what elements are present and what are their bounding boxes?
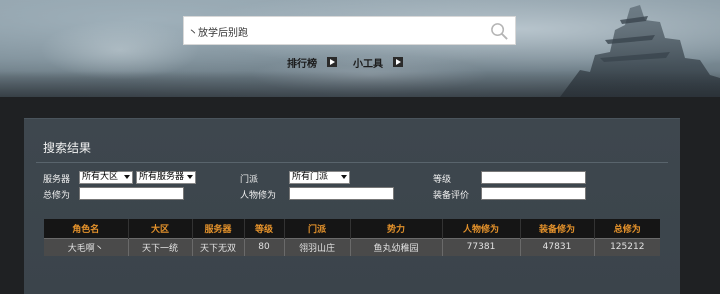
- column-header[interactable]: 人物修为: [442, 219, 521, 238]
- column-header[interactable]: 大区: [128, 219, 193, 238]
- character-name-cell[interactable]: 大毛啊丶: [44, 237, 129, 256]
- nav-tools-label: 小工具: [353, 58, 383, 70]
- sect-cell: 翎羽山庄: [284, 237, 351, 256]
- column-header[interactable]: 服务器: [192, 219, 245, 238]
- server-cell: 天下无双: [192, 237, 245, 256]
- total-cultivation-input[interactable]: [79, 187, 184, 200]
- character-cultivation-label: 人物修为: [240, 191, 277, 201]
- table-row[interactable]: 大毛啊丶 天下一统 天下无双 80 翎羽山庄 鱼丸幼稚园 77381 47831…: [44, 237, 660, 256]
- search-box[interactable]: [183, 16, 516, 45]
- play-arrow-icon[interactable]: [393, 57, 403, 67]
- ground-shade: [0, 71, 720, 97]
- results-table: 角色名 大区 服务器 等级 门派 势力 人物修为 装备修为 总修为 大毛啊丶 天…: [44, 219, 660, 256]
- search-input[interactable]: [188, 23, 478, 40]
- chevron-down-icon: [341, 175, 347, 179]
- region-cell: 天下一统: [128, 237, 193, 256]
- header-banner: 排行榜 小工具: [0, 0, 720, 97]
- level-input[interactable]: [481, 171, 586, 184]
- column-header[interactable]: 角色名: [44, 219, 129, 238]
- character-cultivation-cell: 77381: [442, 237, 521, 256]
- nav-tools[interactable]: 小工具: [353, 56, 403, 70]
- search-icon[interactable]: [490, 22, 509, 41]
- page-title: 搜索结果: [43, 141, 92, 155]
- region-select[interactable]: 所有大区: [79, 171, 133, 184]
- chevron-down-icon: [124, 175, 130, 179]
- column-header[interactable]: 门派: [284, 219, 351, 238]
- equipment-rating-label: 装备评价: [433, 191, 470, 201]
- level-cell: 80: [244, 237, 285, 256]
- table-header-row: 角色名 大区 服务器 等级 门派 势力 人物修为 装备修为 总修为: [44, 219, 660, 238]
- character-cultivation-input[interactable]: [289, 187, 394, 200]
- server-label: 服务器: [43, 175, 71, 185]
- sect-select[interactable]: 所有门派: [289, 171, 350, 184]
- column-header[interactable]: 势力: [350, 219, 443, 238]
- nav-leaderboard-label: 排行榜: [287, 58, 317, 70]
- column-header[interactable]: 总修为: [594, 219, 660, 238]
- level-label: 等级: [433, 175, 452, 185]
- sect-label: 门派: [240, 175, 259, 185]
- column-header[interactable]: 装备修为: [520, 219, 595, 238]
- chevron-down-icon: [187, 175, 193, 179]
- nav-leaderboard[interactable]: 排行榜: [287, 56, 337, 70]
- play-arrow-icon[interactable]: [327, 57, 337, 67]
- divider: [36, 162, 668, 163]
- total-cultivation-cell: 125212: [594, 237, 660, 256]
- equipment-cultivation-cell: 47831: [520, 237, 595, 256]
- faction-cell: 鱼丸幼稚园: [350, 237, 443, 256]
- region-select-value: 所有大区: [82, 172, 119, 182]
- server-select[interactable]: 所有服务器: [136, 171, 196, 184]
- sect-select-value: 所有门派: [292, 172, 329, 182]
- search-results-panel: 搜索结果 服务器 所有大区 所有服务器 门派 所有门派 等级 总修为 人物修为 …: [24, 118, 680, 294]
- total-cultivation-label: 总修为: [43, 191, 71, 201]
- equipment-rating-input[interactable]: [481, 187, 586, 200]
- server-select-value: 所有服务器: [139, 172, 185, 182]
- column-header[interactable]: 等级: [244, 219, 285, 238]
